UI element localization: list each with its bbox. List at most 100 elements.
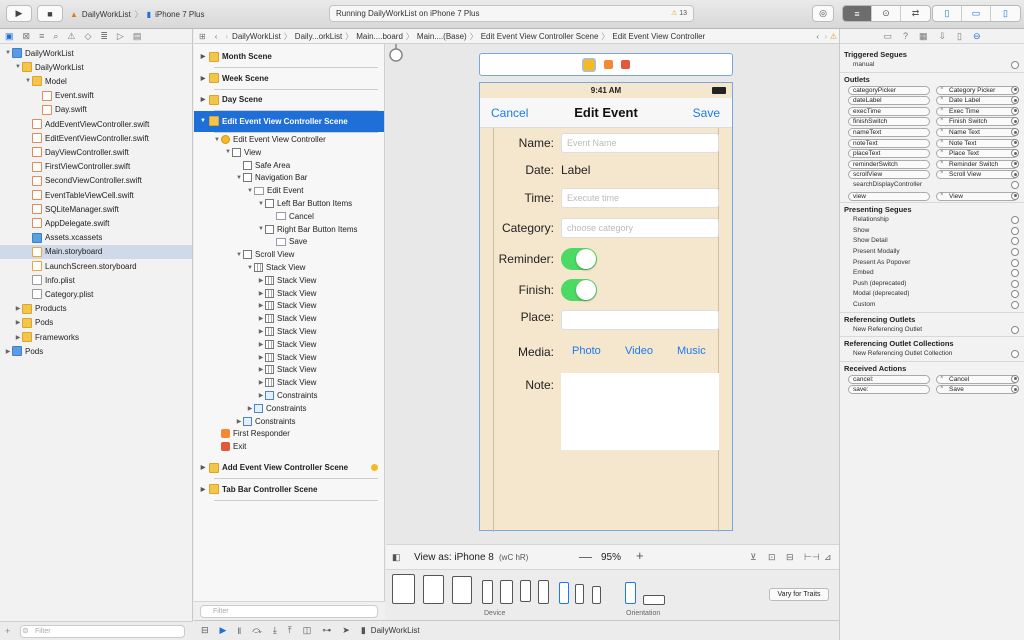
step-out-icon[interactable]: ⤒ xyxy=(288,625,292,636)
edit-event-scene[interactable]: 9:41 AM Edit Event Cancel Save Name: Eve… xyxy=(479,82,733,532)
file-tree-item[interactable]: EditEventViewController.swift xyxy=(0,131,192,145)
disclosure-open-icon[interactable]: ▼ xyxy=(235,252,243,258)
connection-circle-icon[interactable] xyxy=(1011,128,1019,136)
disclosure-open-icon[interactable]: ▼ xyxy=(257,201,265,207)
search-icon[interactable]: ⌕ xyxy=(53,31,58,42)
outline-item[interactable]: ▼ Stack View xyxy=(194,261,384,274)
connection-circle-icon[interactable] xyxy=(1011,149,1019,158)
disclosure-open-icon[interactable]: ▼ xyxy=(257,226,265,232)
disclosure-closed-icon[interactable]: ▶ xyxy=(257,328,265,335)
file-tree-item[interactable]: DayViewController.swift xyxy=(0,145,192,159)
file-tree-item[interactable]: ▶ Pods xyxy=(0,344,192,358)
time-field[interactable]: Execute time xyxy=(561,188,719,208)
connection-circle-icon[interactable] xyxy=(1011,325,1019,334)
outline-item[interactable]: ▼ Edit Event xyxy=(194,184,384,197)
stop-button[interactable]: ■ xyxy=(37,5,63,22)
outlet-target[interactable]: × Reminder Switch xyxy=(936,159,1018,169)
file-tree-item[interactable]: AddEventViewController.swift xyxy=(0,117,192,131)
connection-circle-icon[interactable] xyxy=(1011,170,1019,179)
disclosure-open-icon[interactable]: ▼ xyxy=(246,265,254,271)
disclosure-closed-icon[interactable]: ▶ xyxy=(257,290,265,297)
outline-item[interactable]: ▼ Navigation Bar xyxy=(194,171,384,184)
exit-icon[interactable] xyxy=(621,60,630,69)
connection-circle-icon[interactable] xyxy=(1011,138,1019,147)
disconnect-icon[interactable]: × xyxy=(940,375,944,382)
breadcrumb-item[interactable]: Daily...orkList xyxy=(295,32,342,41)
attributes-inspector-icon[interactable]: ⇩ xyxy=(939,31,947,42)
connection-circle-icon[interactable] xyxy=(1011,181,1019,189)
standard-editor-icon[interactable]: ≡ xyxy=(843,6,872,21)
disclosure-closed-icon[interactable]: ▶ xyxy=(257,354,265,361)
view-debugger-icon[interactable]: ◫ xyxy=(303,625,312,636)
connection-circle-icon[interactable] xyxy=(1011,61,1019,69)
device-ipad-pro-10-icon[interactable] xyxy=(423,575,444,604)
disclosure-closed-icon[interactable]: ▶ xyxy=(257,379,265,386)
disclosure-open-icon[interactable]: ▼ xyxy=(199,118,207,124)
file-tree-item[interactable]: SecondViewController.swift xyxy=(0,174,192,188)
disconnect-icon[interactable]: × xyxy=(940,96,944,103)
outline-item[interactable]: Safe Area xyxy=(194,159,384,172)
outline-item[interactable]: First Responder xyxy=(194,427,384,440)
debug-toggle-icon[interactable]: ▭ xyxy=(962,6,991,21)
connection-circle-icon[interactable] xyxy=(1011,237,1019,246)
add-icon[interactable]: + xyxy=(5,626,10,636)
scene-row[interactable]: ▶ Tab Bar Controller Scene xyxy=(194,479,384,500)
vary-for-traits-button[interactable]: Vary for Traits xyxy=(769,588,829,601)
debug-icon[interactable]: ≣ xyxy=(100,31,108,42)
device-iphone-4s-icon[interactable] xyxy=(592,586,601,604)
hide-debug-icon[interactable]: ⊟ xyxy=(201,625,209,636)
device-iphone-8-plus-icon[interactable] xyxy=(500,580,513,604)
landscape-icon[interactable] xyxy=(643,595,665,605)
file-tree-item[interactable]: Event.swift xyxy=(0,89,192,103)
file-tree-item[interactable]: Main.storyboard xyxy=(0,244,192,259)
file-tree-item[interactable]: ▼ DailyWorkList xyxy=(0,46,192,60)
forward-icon[interactable]: › xyxy=(225,32,228,41)
disconnect-icon[interactable]: × xyxy=(940,139,944,146)
disconnect-icon[interactable]: × xyxy=(940,149,944,156)
scene-row[interactable]: ▶ Week Scene xyxy=(194,68,384,89)
issue-icon[interactable]: ⚠ xyxy=(67,31,75,42)
place-field[interactable] xyxy=(561,310,719,330)
disconnect-icon[interactable]: × xyxy=(940,107,944,114)
size-inspector-icon[interactable]: ▯ xyxy=(957,31,962,42)
connection-circle-icon[interactable] xyxy=(1011,248,1019,256)
prev-issue-icon[interactable]: ‹ xyxy=(816,32,819,41)
resolve-icon[interactable]: ⊿ xyxy=(824,552,832,563)
outline-item[interactable]: ▼ Left Bar Button Items xyxy=(194,197,384,210)
file-tree-item[interactable]: Day.swift xyxy=(0,103,192,117)
connection-circle-icon[interactable] xyxy=(1011,269,1019,278)
disclosure-closed-icon[interactable]: ▶ xyxy=(199,75,207,82)
outlet-target[interactable]: × Save xyxy=(936,385,1018,395)
disclosure-closed-icon[interactable]: ▶ xyxy=(257,315,265,322)
memory-graph-icon[interactable]: ⊶ xyxy=(322,625,331,636)
disclosure-closed-icon[interactable]: ▶ xyxy=(14,334,22,341)
step-in-icon[interactable]: ⤓ xyxy=(273,625,277,636)
connection-circle-icon[interactable] xyxy=(1011,159,1019,168)
device-iphone-8-icon[interactable] xyxy=(520,580,531,602)
scroll-view[interactable]: Name: Event Name Date: Label Time: Execu… xyxy=(493,128,719,532)
disclosure-open-icon[interactable]: ▼ xyxy=(235,175,243,181)
outline-item[interactable]: ▼ Edit Event View Controller xyxy=(194,133,384,146)
connection-circle-icon[interactable] xyxy=(1011,106,1019,115)
scene-row[interactable]: ▶ Day Scene xyxy=(194,89,384,110)
symbol-icon[interactable]: ≡ xyxy=(39,31,44,41)
file-tree-item[interactable]: Info.plist xyxy=(0,273,192,287)
warning-icon[interactable]: ⚠ xyxy=(830,32,837,41)
device-iphone-7-plus-icon[interactable] xyxy=(538,580,549,604)
breadcrumb-item[interactable]: DailyWorkList xyxy=(232,32,281,41)
disclosure-closed-icon[interactable]: ▶ xyxy=(14,319,22,326)
panel-toggle-segment[interactable]: ▯ ▭ ▯ xyxy=(932,5,1021,22)
disconnect-icon[interactable]: × xyxy=(940,170,944,177)
breadcrumb-item[interactable]: Main....(Base) xyxy=(417,32,467,41)
connection-circle-icon[interactable] xyxy=(1011,350,1019,359)
navigator-toggle-icon[interactable]: ▯ xyxy=(933,6,962,21)
cancel-button[interactable]: Cancel xyxy=(491,106,528,120)
disclosure-closed-icon[interactable]: ▶ xyxy=(257,302,265,309)
photo-button[interactable]: Photo xyxy=(572,345,601,357)
outline-item[interactable]: ▼ Right Bar Button Items xyxy=(194,223,384,236)
outline-item[interactable]: ▼ Scroll View xyxy=(194,248,384,261)
file-inspector-icon[interactable]: ▭ xyxy=(883,31,892,42)
outline-item[interactable]: ▶ Stack View xyxy=(194,376,384,389)
file-tree-item[interactable]: ▼ DailyWorkList xyxy=(0,60,192,74)
outline-item[interactable]: ▶ Stack View xyxy=(194,312,384,325)
